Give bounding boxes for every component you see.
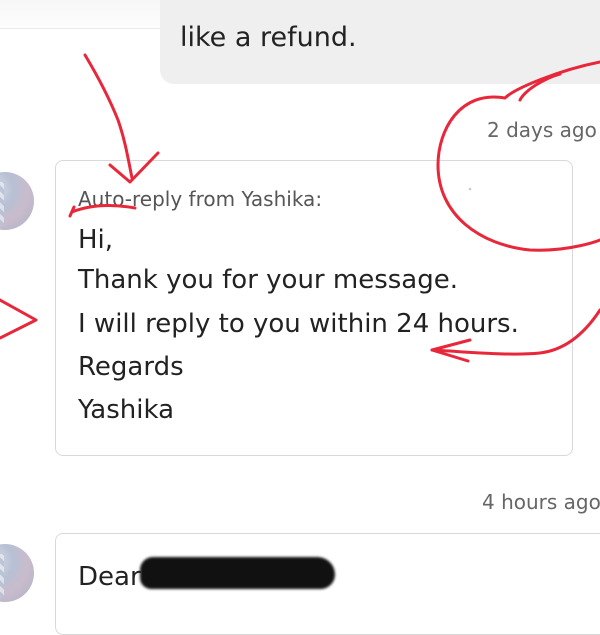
annotation-right-arrow — [430, 308, 600, 356]
annotation-loop — [436, 60, 600, 252]
annotation-left-arrow — [0, 298, 38, 340]
annotation-arrowhead — [108, 151, 160, 184]
red-annotations — [0, 53, 600, 363]
annotation-underline — [70, 203, 137, 214]
annotation-down-arrow — [83, 53, 134, 180]
